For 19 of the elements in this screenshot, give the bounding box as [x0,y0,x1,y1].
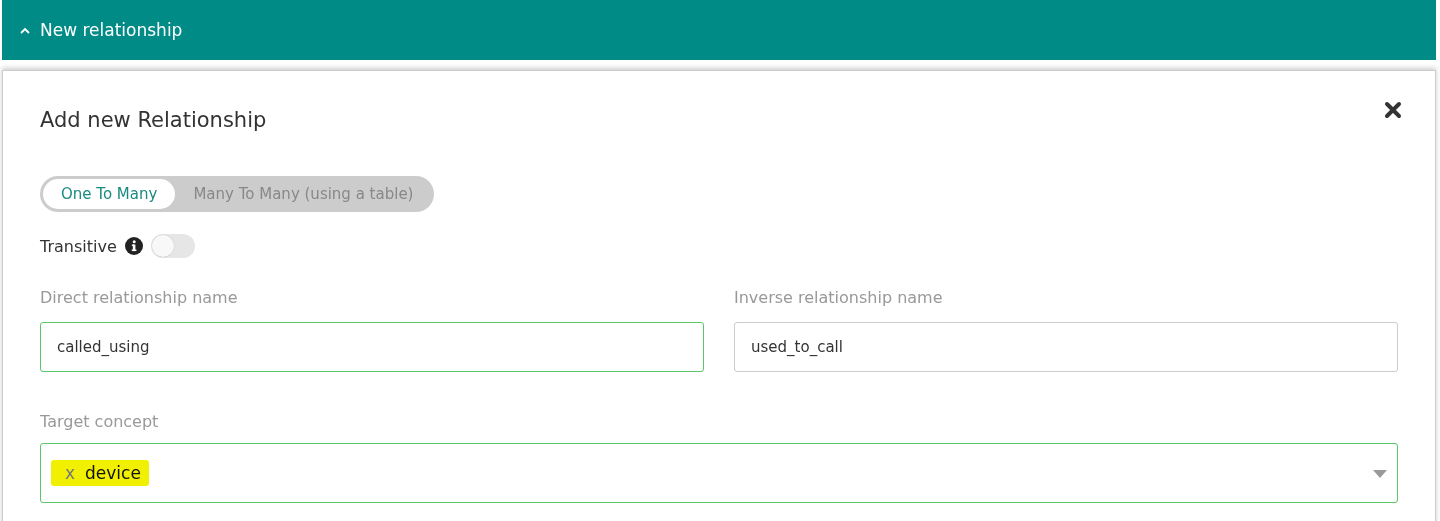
info-icon[interactable] [124,237,143,255]
select-field[interactable]: x device [40,443,1398,503]
panel-title: New relationship [40,20,183,40]
caret-icon [1373,470,1387,478]
close-icon[interactable] [1384,101,1402,119]
remove-tag[interactable]: x [65,463,76,483]
field-label: Target concept [40,412,160,431]
transitive-switch[interactable] [150,234,195,258]
mode-option[interactable]: Many To Many (using a table) [175,179,432,209]
tag-label: device [85,463,141,483]
field-label: Inverse relationship name [734,288,944,307]
panel-header[interactable]: New relationship [2,0,1436,60]
chevron-icon [20,26,30,34]
mode-option[interactable]: One To Many [43,179,176,209]
input-field[interactable]: called_using [40,322,704,372]
field-label: Direct relationship name [40,288,239,307]
dialog-title: Add new Relationship [40,108,267,132]
transitive-label: Transitive [40,236,117,256]
input-field[interactable]: used_to_call [734,322,1398,372]
